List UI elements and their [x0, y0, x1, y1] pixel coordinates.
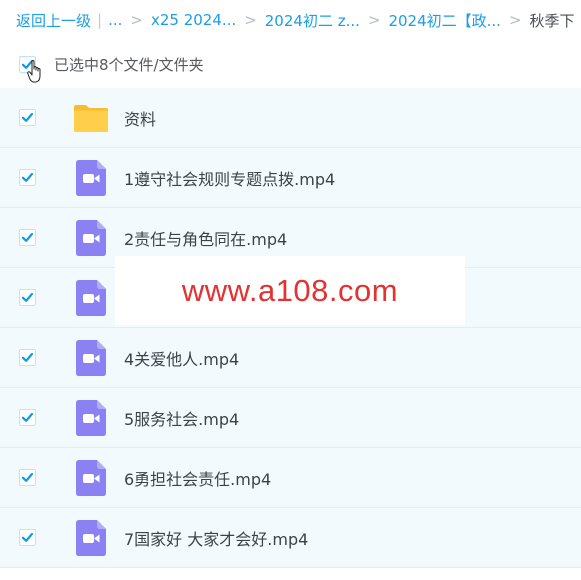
breadcrumb-ellipsis[interactable]: ... [108, 11, 122, 29]
checkmark-icon [21, 352, 34, 362]
selection-bar: 已选中8个文件/文件夹 [0, 44, 581, 84]
file-name[interactable]: 1遵守社会规则专题点拨.mp4 [124, 166, 335, 190]
video-file-icon [72, 399, 110, 437]
video-file-icon [72, 279, 110, 317]
row-checkbox[interactable] [19, 229, 36, 246]
checkmark-icon [21, 292, 34, 302]
video-file-icon [72, 219, 110, 257]
list-item[interactable]: 1遵守社会规则专题点拨.mp4 [0, 148, 581, 208]
checkmark-icon [21, 532, 34, 542]
file-name[interactable]: 2责任与角色同在.mp4 [124, 226, 287, 250]
file-name[interactable]: 资料 [124, 106, 156, 130]
breadcrumb-separator: > [244, 11, 257, 29]
breadcrumb-separator: > [508, 11, 522, 29]
file-list: 资料 1遵守社会规则专题点拨.mp4 2责任与角色同在.mp4 4关爱他人.mp… [0, 88, 581, 568]
list-item[interactable]: 资料 [0, 88, 581, 148]
watermark: www.a108.com [115, 256, 465, 325]
back-link[interactable]: 返回上一级 [16, 10, 91, 31]
file-name[interactable]: 5服务社会.mp4 [124, 406, 239, 430]
row-checkbox[interactable] [19, 289, 36, 306]
file-name[interactable]: 7国家好 大家才会好.mp4 [124, 526, 308, 550]
row-checkbox[interactable] [19, 529, 36, 546]
breadcrumb: 返回上一级 | ... > x25 2024... > 2024初二 z... … [0, 0, 581, 40]
breadcrumb-current: 秋季下 [529, 11, 575, 30]
file-name[interactable]: 4关爱他人.mp4 [124, 346, 239, 370]
breadcrumb-separator: > [130, 11, 143, 29]
checkmark-icon [21, 112, 34, 122]
checkmark-icon [21, 412, 34, 422]
list-item[interactable]: 6勇担社会责任.mp4 [0, 448, 581, 508]
breadcrumb-item-2024-grade8-politics[interactable]: 2024初二【政... [388, 10, 500, 31]
video-file-icon [72, 339, 110, 377]
list-item[interactable]: 5服务社会.mp4 [0, 388, 581, 448]
file-name[interactable]: 6勇担社会责任.mp4 [124, 466, 271, 490]
breadcrumb-item-2024-grade8[interactable]: 2024初二 z... [265, 10, 360, 31]
list-item[interactable]: 4关爱他人.mp4 [0, 328, 581, 388]
row-checkbox[interactable] [19, 169, 36, 186]
row-checkbox[interactable] [19, 409, 36, 426]
selection-count-label: 已选中8个文件/文件夹 [54, 55, 204, 74]
row-checkbox[interactable] [19, 109, 36, 126]
checkmark-icon [21, 232, 34, 242]
checkmark-icon [21, 472, 34, 482]
folder-icon [72, 99, 110, 137]
video-file-icon [72, 159, 110, 197]
row-checkbox[interactable] [19, 469, 36, 486]
checkmark-icon [21, 59, 34, 69]
select-all-checkbox[interactable] [19, 55, 36, 73]
file-browser: 返回上一级 | ... > x25 2024... > 2024初二 z... … [0, 0, 581, 580]
row-checkbox[interactable] [19, 349, 36, 366]
video-file-icon [72, 459, 110, 497]
breadcrumb-divider: | [97, 11, 103, 29]
breadcrumb-separator: > [367, 11, 381, 29]
breadcrumb-item-x25[interactable]: x25 2024... [151, 11, 236, 29]
list-item[interactable]: 7国家好 大家才会好.mp4 [0, 508, 581, 568]
checkmark-icon [21, 172, 34, 182]
video-file-icon [72, 519, 110, 557]
